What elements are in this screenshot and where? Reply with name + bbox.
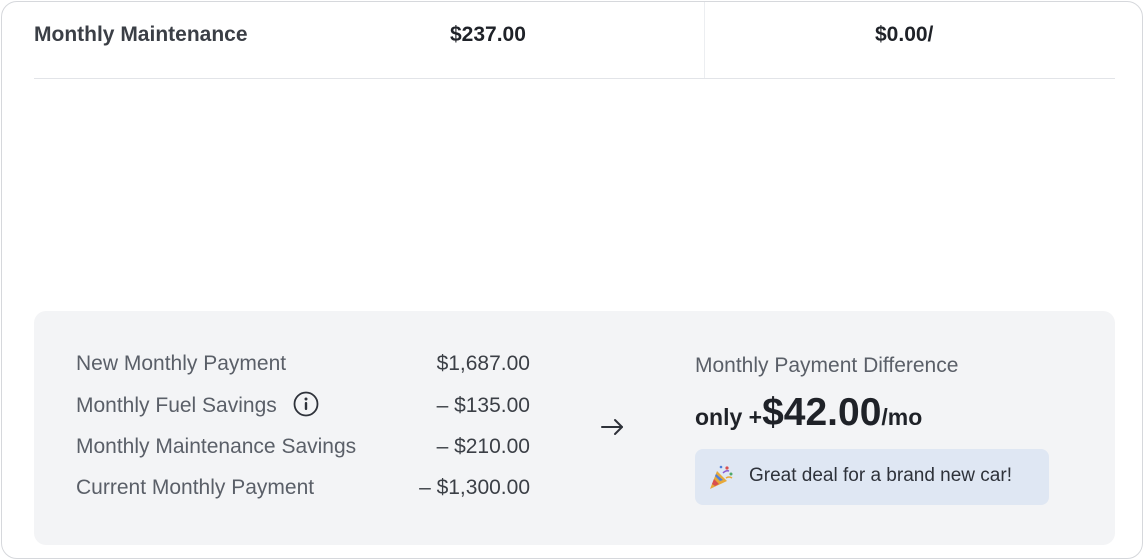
row-value-new-car: $237.00 [450,23,526,46]
column-divider [704,2,705,78]
difference-suffix: /mo [881,404,923,430]
summary-label-group: Monthly Fuel Savings [76,391,319,418]
table-row: Monthly Maintenance $237.00 $0.00/ [34,2,1115,79]
row-value-current-car: $0.00/ [875,23,934,46]
difference-prefix: only + [695,404,763,430]
comparison-card: Monthly Maintenance $237.00 $0.00/ New M… [1,1,1143,559]
deal-badge-text: Great deal for a brand new car! [749,465,1012,486]
summary-line-maintenance-savings: Monthly Maintenance Savings – $210.00 [76,435,530,463]
summary-value: – $1,300.00 [419,476,530,499]
summary-label: Current Monthly Payment [76,476,315,499]
payment-difference-title: Monthly Payment Difference [695,354,959,377]
arrow-right-icon [600,417,626,437]
row-label: Monthly Maintenance [34,23,248,46]
party-popper-icon [707,463,735,491]
payment-summary: New Monthly Payment $1,687.00 Monthly Fu… [34,311,1115,545]
deal-badge: Great deal for a brand new car! [695,449,1049,505]
summary-label: New Monthly Payment [76,352,287,375]
summary-value: – $210.00 [436,435,530,458]
payment-difference-value: only +$42.00/mo [695,391,922,435]
summary-line-current-payment: Current Monthly Payment – $1,300.00 [76,476,530,504]
summary-label: Monthly Fuel Savings [76,394,277,417]
difference-amount: $42.00 [762,391,882,434]
summary-line-fuel-savings: Monthly Fuel Savings – $135.00 [76,391,530,422]
summary-label: Monthly Maintenance Savings [76,435,357,458]
summary-value: $1,687.00 [436,352,530,375]
summary-value: – $135.00 [436,394,530,417]
summary-line-new-payment: New Monthly Payment $1,687.00 [76,352,530,380]
info-circle-icon[interactable] [293,391,319,417]
